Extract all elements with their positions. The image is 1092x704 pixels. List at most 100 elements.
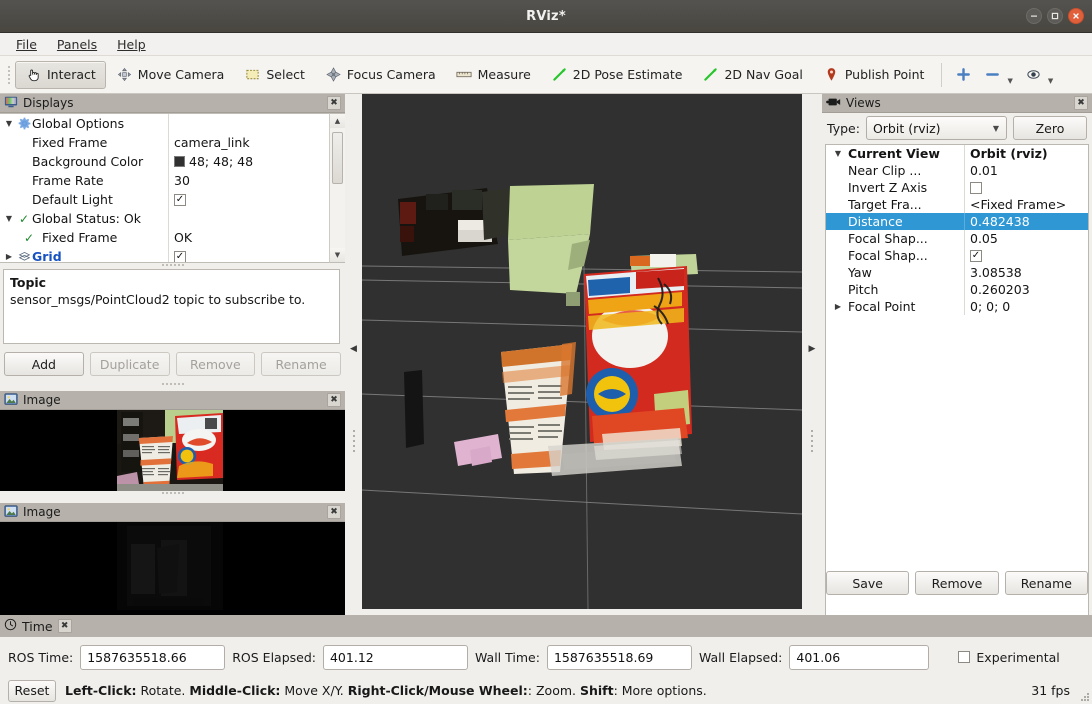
views-value[interactable]: 3.08538: [964, 264, 1088, 281]
collapse-right-icon[interactable]: ▶: [802, 344, 822, 354]
views-row-invert-z-axis[interactable]: Invert Z Axis: [826, 179, 1088, 196]
grid-checkbox[interactable]: ✓: [174, 250, 186, 262]
splitter-dots-2[interactable]: [161, 383, 184, 385]
views-value[interactable]: 0.482438: [964, 213, 1088, 230]
tool-select[interactable]: Select: [234, 61, 315, 89]
wall-time-input[interactable]: 1587635518.69: [546, 644, 692, 670]
menu-help[interactable]: Help: [108, 35, 155, 54]
tool-publish-point-label: Publish Point: [844, 67, 925, 82]
views-row-focal-shape-size[interactable]: Focal Shap... 0.05: [826, 230, 1088, 247]
views-row-yaw[interactable]: Yaw 3.08538: [826, 264, 1088, 281]
menu-panels[interactable]: Panels: [48, 35, 106, 54]
wall-elapsed-input[interactable]: 401.06: [789, 644, 930, 670]
tree-row-fixed-frame[interactable]: Fixed Frame camera_link: [0, 133, 345, 152]
image-panel-1-view[interactable]: [0, 410, 345, 491]
tree-row-background-color[interactable]: Background Color 48; 48; 48: [0, 152, 345, 171]
experimental-checkbox[interactable]: [958, 651, 971, 663]
rename-display-button[interactable]: Rename: [261, 352, 341, 376]
left-splitter[interactable]: ◀: [345, 94, 362, 615]
view-type-select[interactable]: Orbit (rviz) ▼: [865, 116, 1007, 140]
scroll-thumb[interactable]: [332, 132, 343, 184]
resize-grip[interactable]: [1080, 692, 1090, 702]
tree-value[interactable]: 48; 48; 48: [168, 152, 345, 171]
reset-button[interactable]: Reset: [8, 679, 56, 702]
tree-row-default-light[interactable]: Default Light ✓: [0, 190, 345, 209]
views-value[interactable]: 0.05: [964, 230, 1088, 247]
expander-icon[interactable]: ▶: [828, 302, 848, 311]
views-row-focal-point[interactable]: ▶ Focal Point 0; 0; 0: [826, 298, 1088, 315]
remove-display-button[interactable]: Remove: [175, 352, 256, 376]
toolbar-grip[interactable]: [4, 63, 13, 87]
3d-viewport[interactable]: [362, 94, 802, 609]
views-close-icon[interactable]: ✖: [1074, 96, 1088, 110]
views-value: ✓: [964, 247, 1088, 264]
add-display-button[interactable]: Add: [4, 352, 84, 376]
tool-interact-label: Interact: [47, 67, 96, 82]
tool-add-panel[interactable]: [949, 61, 978, 89]
menu-file[interactable]: File: [7, 35, 46, 54]
displays-scrollbar[interactable]: ▲ ▼: [329, 113, 345, 263]
collapse-left-icon[interactable]: ◀: [345, 344, 362, 354]
expander-icon[interactable]: ▼: [2, 119, 16, 128]
tool-remove-panel[interactable]: ▼: [978, 61, 1018, 89]
displays-close-icon[interactable]: ✖: [327, 96, 341, 110]
image-panel-2-view[interactable]: [0, 522, 345, 615]
focal-shape-fixed-checkbox[interactable]: ✓: [970, 249, 982, 262]
tool-publish-point[interactable]: Publish Point: [813, 61, 935, 89]
views-value[interactable]: <Fixed Frame>: [964, 196, 1088, 213]
tree-row-frame-rate[interactable]: Frame Rate 30: [0, 171, 345, 190]
tree-row-status-fixed-frame[interactable]: ✓ Fixed Frame OK: [0, 228, 345, 247]
zero-view-button[interactable]: Zero: [1013, 116, 1087, 140]
displays-tree[interactable]: ▼ Global Options Fixed Frame camera_link: [0, 113, 345, 263]
expander-icon[interactable]: ▼: [2, 214, 16, 223]
views-row-distance[interactable]: Distance 0.482438: [826, 213, 1088, 230]
expander-icon[interactable]: ▼: [828, 149, 848, 158]
maximize-icon[interactable]: [1047, 8, 1063, 24]
scroll-down-icon[interactable]: ▼: [330, 248, 345, 262]
save-view-button[interactable]: Save: [826, 571, 910, 595]
tool-2d-pose-estimate[interactable]: 2D Pose Estimate: [541, 61, 693, 89]
scroll-up-icon[interactable]: ▲: [330, 114, 345, 128]
splitter-dots-3[interactable]: [161, 492, 184, 494]
tool-focus-camera[interactable]: Focus Camera: [315, 61, 446, 89]
tool-move-camera[interactable]: Move Camera: [106, 61, 235, 89]
views-value[interactable]: 0; 0; 0: [964, 298, 1088, 315]
ros-time-input[interactable]: 1587635518.66: [80, 644, 226, 670]
views-value[interactable]: 0.01: [964, 162, 1088, 179]
views-row-near-clip[interactable]: Near Clip ... 0.01: [826, 162, 1088, 179]
camera-image-rgb: [0, 410, 345, 491]
hint-shift: Shift: [579, 683, 614, 698]
views-row-pitch[interactable]: Pitch 0.260203: [826, 281, 1088, 298]
tree-label: Global Status: Ok: [32, 211, 141, 226]
default-light-checkbox[interactable]: ✓: [174, 193, 186, 206]
chevron-down-icon[interactable]: ▼: [1007, 77, 1012, 85]
tool-interact[interactable]: Interact: [15, 60, 106, 89]
tool-2d-nav-goal[interactable]: 2D Nav Goal: [692, 61, 812, 89]
expander-icon[interactable]: ▶: [2, 252, 16, 261]
views-row-target-frame[interactable]: Target Fra... <Fixed Frame>: [826, 196, 1088, 213]
image-panel-2-close-icon[interactable]: ✖: [327, 505, 341, 519]
time-close-icon[interactable]: ✖: [57, 619, 72, 633]
right-splitter[interactable]: ▶: [802, 94, 822, 615]
chevron-down-icon-2[interactable]: ▼: [1048, 77, 1053, 85]
duplicate-display-button[interactable]: Duplicate: [89, 352, 170, 376]
ros-elapsed-input[interactable]: 401.12: [322, 644, 468, 670]
close-icon[interactable]: [1068, 8, 1084, 24]
invert-z-axis-checkbox[interactable]: [970, 181, 982, 194]
rename-view-button[interactable]: Rename: [1004, 571, 1088, 595]
image-panel-1-close-icon[interactable]: ✖: [327, 393, 341, 407]
tree-value[interactable]: camera_link: [168, 133, 345, 152]
splitter-dots-1[interactable]: [161, 264, 184, 266]
tool-visibility[interactable]: ▼: [1019, 61, 1059, 89]
tree-row-global-options[interactable]: ▼ Global Options: [0, 114, 345, 133]
views-row-current-view[interactable]: ▼ Current View Orbit (rviz): [826, 145, 1088, 162]
remove-view-button[interactable]: Remove: [915, 571, 999, 595]
tool-measure[interactable]: Measure: [446, 61, 541, 89]
tree-row-grid[interactable]: ▶ Grid ✓: [0, 247, 345, 262]
views-button-row: Save Remove Rename: [822, 571, 1092, 595]
tree-value[interactable]: 30: [168, 171, 345, 190]
views-value[interactable]: 0.260203: [964, 281, 1088, 298]
minimize-icon[interactable]: [1026, 8, 1042, 24]
views-row-focal-shape-fixed[interactable]: Focal Shap... ✓: [826, 247, 1088, 264]
tree-row-global-status[interactable]: ▼ ✓ Global Status: Ok: [0, 209, 345, 228]
